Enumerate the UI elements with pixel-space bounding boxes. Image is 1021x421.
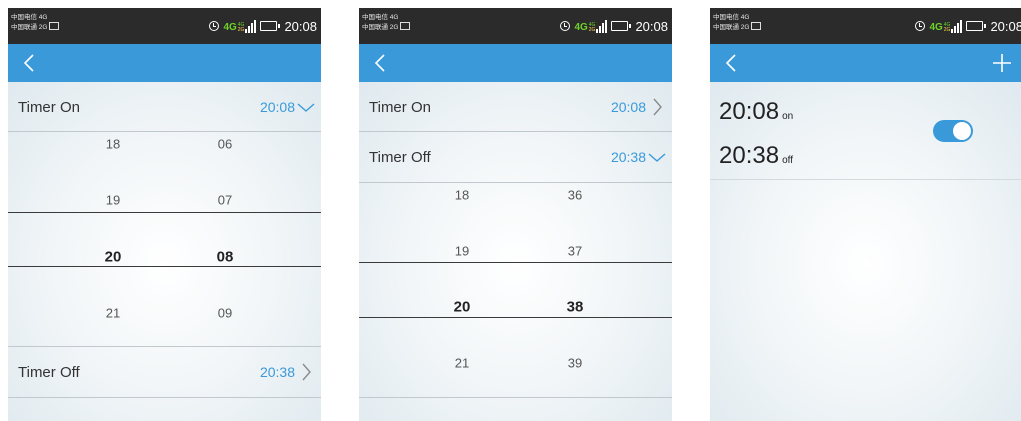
status-bar: 中国电信 4G 中国联通 2G 4G 4G 2G 20:08 xyxy=(359,8,672,44)
carrier-line-1: 中国电信 4G xyxy=(11,14,48,21)
timer-off-row[interactable]: Timer Off 20:38 xyxy=(359,132,672,182)
timer-on-row[interactable]: Timer On 20:08 xyxy=(8,82,321,132)
chevron-left-icon xyxy=(23,54,34,72)
battery-icon xyxy=(260,21,281,31)
picker-hour[interactable]: 19 xyxy=(432,244,492,259)
picker-hour[interactable]: 21 xyxy=(432,356,492,371)
navigation-bar xyxy=(359,44,672,82)
signal-icon: 4G 4G 2G xyxy=(929,19,963,33)
timer-on-label: on xyxy=(782,111,794,122)
picker-selection-top xyxy=(8,212,321,213)
carrier-info: 中国电信 4G 中国联通 2G xyxy=(713,13,762,32)
picker-hour[interactable]: 18 xyxy=(432,188,492,203)
picker-hour-selected[interactable]: 20 xyxy=(432,299,492,316)
status-time: 20:08 xyxy=(990,18,1021,34)
picker-minute[interactable]: 39 xyxy=(545,356,605,371)
timer-on-value: 20:08 xyxy=(610,99,646,115)
carrier-info: 中国电信 4G 中国联通 2G xyxy=(11,13,60,32)
picker-minute-selected[interactable]: 38 xyxy=(545,299,605,316)
signal-icon: 4G 4G 2G xyxy=(574,19,608,33)
toggle-knob xyxy=(953,122,971,140)
carrier-line-2: 中国联通 2G xyxy=(713,24,750,31)
timer-off-value: 20:38 xyxy=(259,364,295,380)
signal-icon: 4G 4G 2G xyxy=(223,19,257,33)
carrier-info: 中国电信 4G 中国联通 2G xyxy=(362,13,411,32)
carrier-line-2: 中国联通 2G xyxy=(11,24,48,31)
picker-minute[interactable]: 07 xyxy=(195,193,255,208)
picker-hour[interactable]: 19 xyxy=(83,193,143,208)
picker-minute[interactable]: 37 xyxy=(545,244,605,259)
alarm-icon xyxy=(560,21,571,31)
chevron-right-icon xyxy=(653,98,662,116)
chevron-down-icon xyxy=(297,103,315,112)
picker-minute[interactable]: 09 xyxy=(195,306,255,321)
add-timer-button[interactable] xyxy=(989,50,1015,76)
screen-timer-on-picker: 中国电信 4G 中国联通 2G 4G 4G 2G 20:08 Timer On 2… xyxy=(8,8,321,421)
timer-on-label: Timer On xyxy=(18,99,80,116)
time-picker[interactable]: 18 36 19 37 20 38 21 39 xyxy=(359,183,672,397)
timer-list-item[interactable]: 20:08 on 20:38 off xyxy=(710,82,1021,179)
timer-enable-toggle[interactable] xyxy=(933,120,973,142)
picker-minute-selected[interactable]: 08 xyxy=(195,249,255,266)
battery-icon xyxy=(966,21,987,31)
timer-off-label: off xyxy=(782,155,793,166)
navigation-bar xyxy=(8,44,321,82)
alarm-icon xyxy=(915,21,926,31)
timer-off-time: 20:38 off xyxy=(719,142,793,169)
sim-icon xyxy=(49,22,60,30)
back-button[interactable] xyxy=(18,51,42,75)
sim-icon xyxy=(400,22,411,30)
time-picker[interactable]: 18 06 19 07 20 08 21 09 xyxy=(8,132,321,346)
picker-selection-top xyxy=(359,262,672,263)
divider xyxy=(359,397,672,398)
status-bar: 中国电信 4G 中国联通 2G 4G 4G 2G 20:08 xyxy=(710,8,1021,44)
navigation-bar xyxy=(710,44,1021,82)
timer-off-row[interactable]: Timer Off 20:38 xyxy=(8,347,321,397)
carrier-line-1: 中国电信 4G xyxy=(713,14,750,21)
battery-icon xyxy=(611,21,632,31)
screen-timer-off-picker: 中国电信 4G 中国联通 2G 4G 4G 2G 20:08 Timer On 2… xyxy=(359,8,672,421)
divider xyxy=(8,397,321,398)
screen-timer-list: 中国电信 4G 中国联通 2G 4G 4G 2G 20:08 20:08 on 20… xyxy=(710,8,1021,421)
sim-icon xyxy=(751,22,762,30)
divider xyxy=(710,179,1021,180)
chevron-left-icon xyxy=(374,54,385,72)
carrier-line-2: 中国联通 2G xyxy=(362,24,399,31)
picker-hour[interactable]: 18 xyxy=(83,137,143,152)
chevron-left-icon xyxy=(725,54,736,72)
picker-minute[interactable]: 36 xyxy=(545,188,605,203)
timer-off-label: Timer Off xyxy=(369,149,431,166)
timer-on-value: 20:08 xyxy=(259,99,295,115)
back-button[interactable] xyxy=(369,51,393,75)
picker-minute[interactable]: 06 xyxy=(195,137,255,152)
alarm-icon xyxy=(209,21,220,31)
back-button[interactable] xyxy=(720,51,744,75)
timer-on-time: 20:08 on xyxy=(719,98,794,125)
chevron-down-icon xyxy=(648,153,666,162)
chevron-right-icon xyxy=(302,363,311,381)
picker-hour[interactable]: 21 xyxy=(83,306,143,321)
picker-selection-bottom xyxy=(8,266,321,267)
timer-off-label: Timer Off xyxy=(18,364,80,381)
plus-icon xyxy=(993,54,1011,72)
status-time: 20:08 xyxy=(635,18,668,34)
timer-on-row[interactable]: Timer On 20:08 xyxy=(359,82,672,132)
status-time: 20:08 xyxy=(284,18,317,34)
carrier-line-1: 中国电信 4G xyxy=(362,14,399,21)
status-bar: 中国电信 4G 中国联通 2G 4G 4G 2G 20:08 xyxy=(8,8,321,44)
timer-on-label: Timer On xyxy=(369,99,431,116)
picker-hour-selected[interactable]: 20 xyxy=(83,249,143,266)
picker-selection-bottom xyxy=(359,317,672,318)
timer-off-value: 20:38 xyxy=(610,149,646,165)
